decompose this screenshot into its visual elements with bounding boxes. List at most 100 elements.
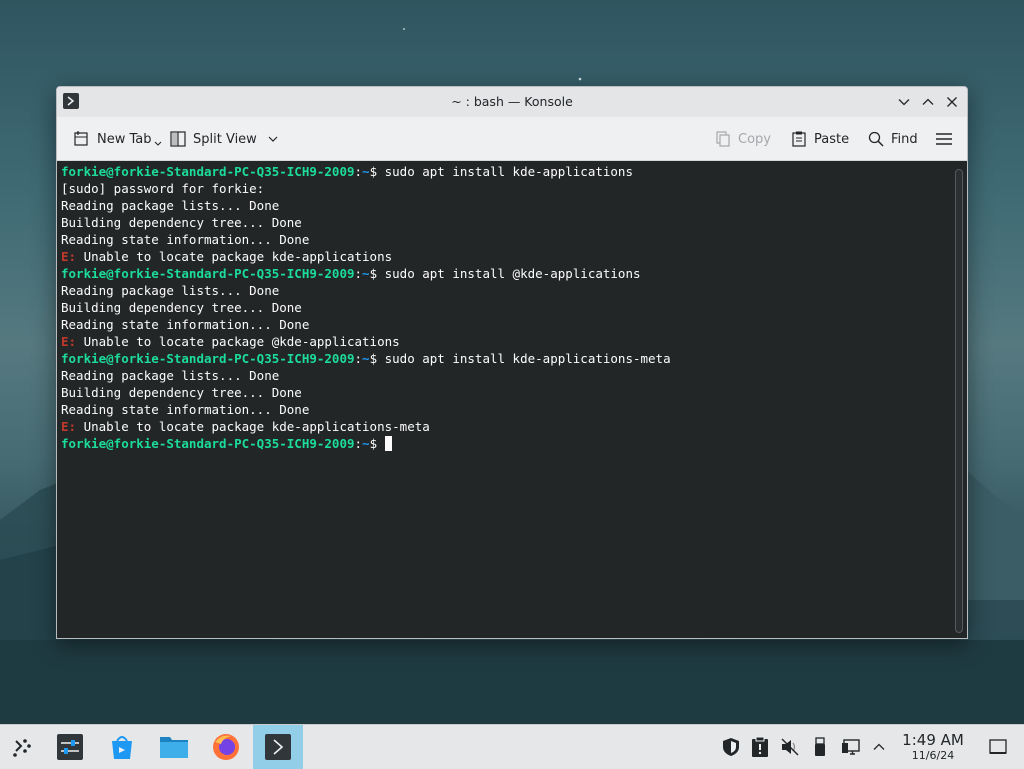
output-text: Reading state information... Done [61, 402, 310, 417]
prompt-user: forkie@forkie-Standard-PC-Q35-ICH9-2009 [61, 164, 355, 179]
output-text: Building dependency tree... Done [61, 385, 302, 400]
tray-network[interactable] [838, 725, 864, 769]
new-tab-label: New Tab [97, 131, 152, 147]
discover-icon [112, 736, 132, 759]
firefox-icon [213, 734, 239, 760]
terminal-line: Reading state information... Done [61, 401, 671, 418]
paste-icon [792, 131, 806, 147]
prompt-separator: : [354, 351, 363, 366]
task-system-settings[interactable] [48, 725, 92, 769]
prompt-separator: : [354, 436, 363, 451]
konsole-icon [265, 734, 291, 760]
shield-icon [723, 738, 739, 756]
application-launcher-button[interactable] [4, 725, 40, 769]
find-label: Find [891, 131, 918, 147]
network-icon [842, 739, 860, 755]
prompt-path: ~ [362, 436, 370, 451]
close-button[interactable] [943, 93, 961, 111]
hamburger-menu-icon [936, 133, 952, 145]
output-text: Building dependency tree... Done [61, 215, 302, 230]
task-firefox[interactable] [204, 725, 248, 769]
terminal-line: Reading package lists... Done [61, 282, 671, 299]
tray-volume[interactable] [778, 725, 802, 769]
prompt-path: ~ [362, 164, 370, 179]
hamburger-menu-button[interactable] [935, 128, 959, 150]
show-desktop-button[interactable] [984, 725, 1012, 769]
terminal-view[interactable]: forkie@forkie-Standard-PC-Q35-ICH9-2009:… [57, 161, 967, 638]
command-text: sudo apt install kde-applications [384, 164, 633, 179]
usb-device-icon [815, 737, 825, 756]
output-text: Reading state information... Done [61, 232, 310, 247]
prompt-separator: : [354, 164, 363, 179]
prompt-user: forkie@forkie-Standard-PC-Q35-ICH9-2009 [61, 266, 355, 281]
terminal-line: E: Unable to locate package kde-applicat… [61, 248, 671, 265]
clock-time: 1:49 AM [902, 731, 964, 749]
prompt-user: forkie@forkie-Standard-PC-Q35-ICH9-2009 [61, 351, 355, 366]
dolphin-folder-icon [160, 737, 188, 758]
prompt-symbol: $ [369, 436, 385, 451]
error-prefix: E: [61, 249, 77, 264]
terminal-output: forkie@forkie-Standard-PC-Q35-ICH9-2009:… [61, 163, 671, 452]
terminal-line: Reading package lists... Done [61, 197, 671, 214]
output-text: Reading state information... Done [61, 317, 310, 332]
clock-date: 11/6/24 [911, 749, 955, 762]
taskbar: 1:49 AM 11/6/24 [0, 724, 1024, 769]
maximize-button[interactable] [919, 93, 937, 111]
terminal-line: Reading state information... Done [61, 316, 671, 333]
volume-muted-icon [781, 738, 799, 756]
chevron-up-icon [922, 98, 934, 105]
prompt-symbol: $ [369, 351, 385, 366]
dropdown-arrow-icon [154, 141, 161, 146]
tray-expand-button[interactable] [868, 725, 890, 769]
find-button[interactable]: Find [867, 128, 918, 150]
prompt-separator: : [354, 266, 363, 281]
task-konsole[interactable] [253, 725, 303, 769]
terminal-line: Building dependency tree... Done [61, 299, 671, 316]
error-text: Unable to locate package @kde-applicatio… [76, 334, 400, 349]
application-launcher-icon [13, 739, 31, 757]
terminal-cursor [384, 436, 392, 451]
digital-clock[interactable]: 1:49 AM 11/6/24 [895, 731, 971, 763]
terminal-line: Reading package lists... Done [61, 367, 671, 384]
toolbar: New Tab Split View Copy Paste Find [57, 117, 967, 161]
terminal-line: forkie@forkie-Standard-PC-Q35-ICH9-2009:… [61, 163, 671, 180]
prompt-symbol: $ [369, 164, 385, 179]
split-view-button[interactable]: Split View [169, 128, 285, 150]
error-prefix: E: [61, 334, 77, 349]
split-view-label: Split View [193, 131, 257, 147]
new-tab-button[interactable]: New Tab [73, 128, 162, 150]
paste-button[interactable]: Paste [790, 128, 849, 150]
terminal-line: forkie@forkie-Standard-PC-Q35-ICH9-2009:… [61, 435, 671, 452]
command-text: sudo apt install @kde-applications [384, 266, 641, 281]
tray-security[interactable] [719, 725, 743, 769]
error-text: Unable to locate package kde-application… [76, 419, 430, 434]
tray-clipboard[interactable] [748, 725, 772, 769]
terminal-line: [sudo] password for forkie: [61, 180, 671, 197]
task-discover[interactable] [100, 725, 144, 769]
paste-label: Paste [814, 131, 850, 147]
command-text: sudo apt install kde-applications-meta [384, 351, 671, 366]
chevron-down-icon [268, 136, 278, 142]
terminal-line: E: Unable to locate package kde-applicat… [61, 418, 671, 435]
title-bar[interactable]: ~ : bash — Konsole [57, 87, 967, 117]
konsole-window: ~ : bash — Konsole New Tab Split View Co… [56, 86, 968, 639]
show-desktop-icon [989, 739, 1007, 754]
copy-button[interactable]: Copy [714, 128, 771, 150]
copy-label: Copy [738, 131, 771, 147]
terminal-line: Reading state information... Done [61, 231, 671, 248]
new-tab-icon [74, 131, 88, 146]
error-text: Unable to locate package kde-application… [76, 249, 393, 264]
minimize-button[interactable] [895, 93, 913, 111]
system-settings-icon [57, 734, 83, 760]
close-icon [947, 97, 957, 107]
output-text: Reading package lists... Done [61, 368, 280, 383]
prompt-symbol: $ [369, 266, 385, 281]
task-dolphin[interactable] [152, 725, 196, 769]
split-view-icon [170, 131, 186, 147]
terminal-scrollbar[interactable] [955, 169, 963, 633]
tray-device[interactable] [808, 725, 832, 769]
output-text: Reading package lists... Done [61, 283, 280, 298]
prompt-path: ~ [362, 351, 370, 366]
terminal-line: E: Unable to locate package @kde-applica… [61, 333, 671, 350]
chevron-up-icon [873, 743, 885, 750]
